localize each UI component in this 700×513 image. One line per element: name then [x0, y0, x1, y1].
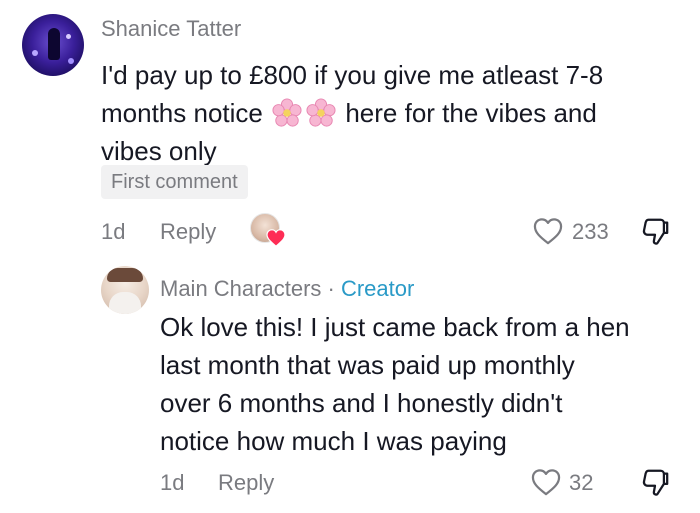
reply-line: Ok love this! I just came back from a he…	[160, 312, 630, 342]
reply-line: notice how much I was paying	[160, 426, 507, 456]
reply-reply-button[interactable]: Reply	[218, 470, 274, 496]
reply-age: 1d	[160, 470, 185, 495]
reply-username[interactable]: Main Characters	[160, 276, 321, 301]
like-count: 233	[572, 219, 609, 244]
reply-line: over 6 months and I honestly didn't	[160, 388, 563, 418]
comment-line-2-start: months notice	[101, 98, 263, 128]
comment-line-1: I'd pay up to £800 if you give me atleas…	[101, 60, 604, 90]
creator-label: Creator	[340, 276, 415, 301]
thumbs-down-icon[interactable]	[640, 467, 670, 497]
commenter-username[interactable]: Shanice Tatter	[101, 16, 241, 42]
first-comment-badge: First comment	[101, 165, 248, 199]
cherry-blossom-icon	[306, 98, 336, 127]
reply-text: Ok love this! I just came back from a he…	[160, 308, 690, 460]
reply-button[interactable]: Reply	[160, 219, 216, 245]
comment-text: I'd pay up to £800 if you give me atleas…	[101, 56, 691, 170]
reply-like-count: 32	[569, 470, 594, 495]
commenter-avatar[interactable]	[22, 14, 84, 76]
reply-author-line: Main Characters · Creator	[160, 276, 414, 302]
creator-avatar[interactable]	[101, 266, 149, 314]
thumbs-down-icon[interactable]	[640, 216, 670, 246]
heart-outline-icon[interactable]	[533, 217, 563, 245]
red-heart-icon	[266, 229, 286, 247]
reply-line: last month that was paid up monthly	[160, 350, 575, 380]
comment-age: 1d	[101, 219, 126, 244]
comment-line-2-end: here for the vibes and	[345, 98, 597, 128]
comment-line-2: months notice here for the vibes and	[101, 94, 691, 132]
cherry-blossom-icon	[272, 98, 302, 127]
heart-outline-icon[interactable]	[531, 468, 561, 496]
separator-dot: ·	[327, 276, 335, 301]
